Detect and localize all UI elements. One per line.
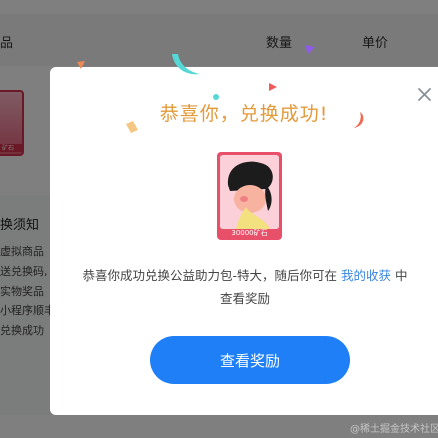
my-rewards-link[interactable]: 我的收获: [341, 268, 391, 283]
product-price-label: 30000矿石: [231, 229, 268, 237]
message-text: 恭喜你成功兑换公益助力包-特大，随后你可在: [82, 268, 337, 283]
view-rewards-button[interactable]: 查看奖励: [150, 336, 350, 384]
product-illustration-icon: [220, 155, 279, 229]
confetti-red-triangle-icon: [269, 83, 277, 91]
confetti-orange-triangle-icon: [77, 61, 85, 69]
product-image: [220, 155, 279, 229]
success-message: 恭喜你成功兑换公益助力包-特大，随后你可在 我的收获 中查看奖励: [80, 264, 410, 310]
watermark: @稀土掘金技术社区: [350, 424, 438, 435]
modal-title: 恭喜你，兑换成功!: [159, 103, 329, 125]
confetti-purple-triangle-icon: [305, 45, 315, 54]
product-card: 30000矿石: [217, 152, 282, 240]
confetti-cyan-crescent-icon: [172, 54, 200, 75]
